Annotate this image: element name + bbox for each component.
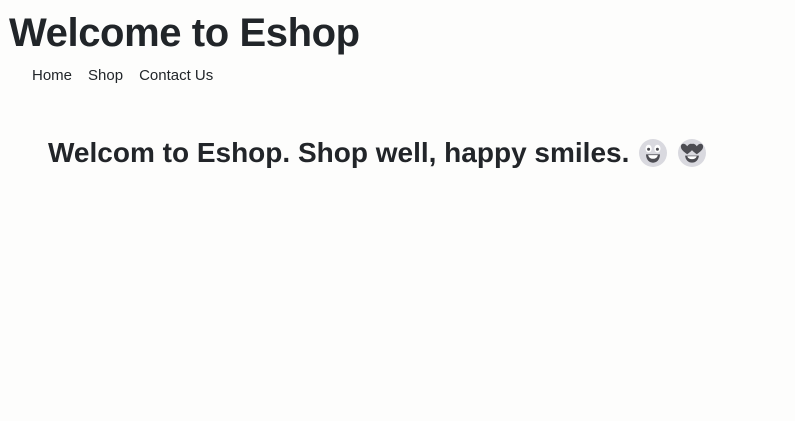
page-title: Welcome to Eshop bbox=[9, 11, 360, 55]
nav-item-home: Home bbox=[24, 64, 80, 88]
nav-link-home[interactable]: Home bbox=[24, 64, 80, 88]
welcome-message: Welcom to Eshop. Shop well, happy smiles… bbox=[48, 134, 707, 172]
nav-link-contact-us[interactable]: Contact Us bbox=[131, 64, 221, 88]
nav-item-contact-us: Contact Us bbox=[131, 64, 221, 88]
nav-link-shop[interactable]: Shop bbox=[80, 64, 131, 88]
welcome-text: Welcom to Eshop. Shop well, happy smiles… bbox=[48, 137, 630, 168]
nav-item-shop: Shop bbox=[80, 64, 131, 88]
heart-eyes-face-icon bbox=[677, 138, 707, 168]
nav-list: Home Shop Contact Us bbox=[24, 64, 221, 88]
grinning-face-icon bbox=[638, 138, 668, 168]
